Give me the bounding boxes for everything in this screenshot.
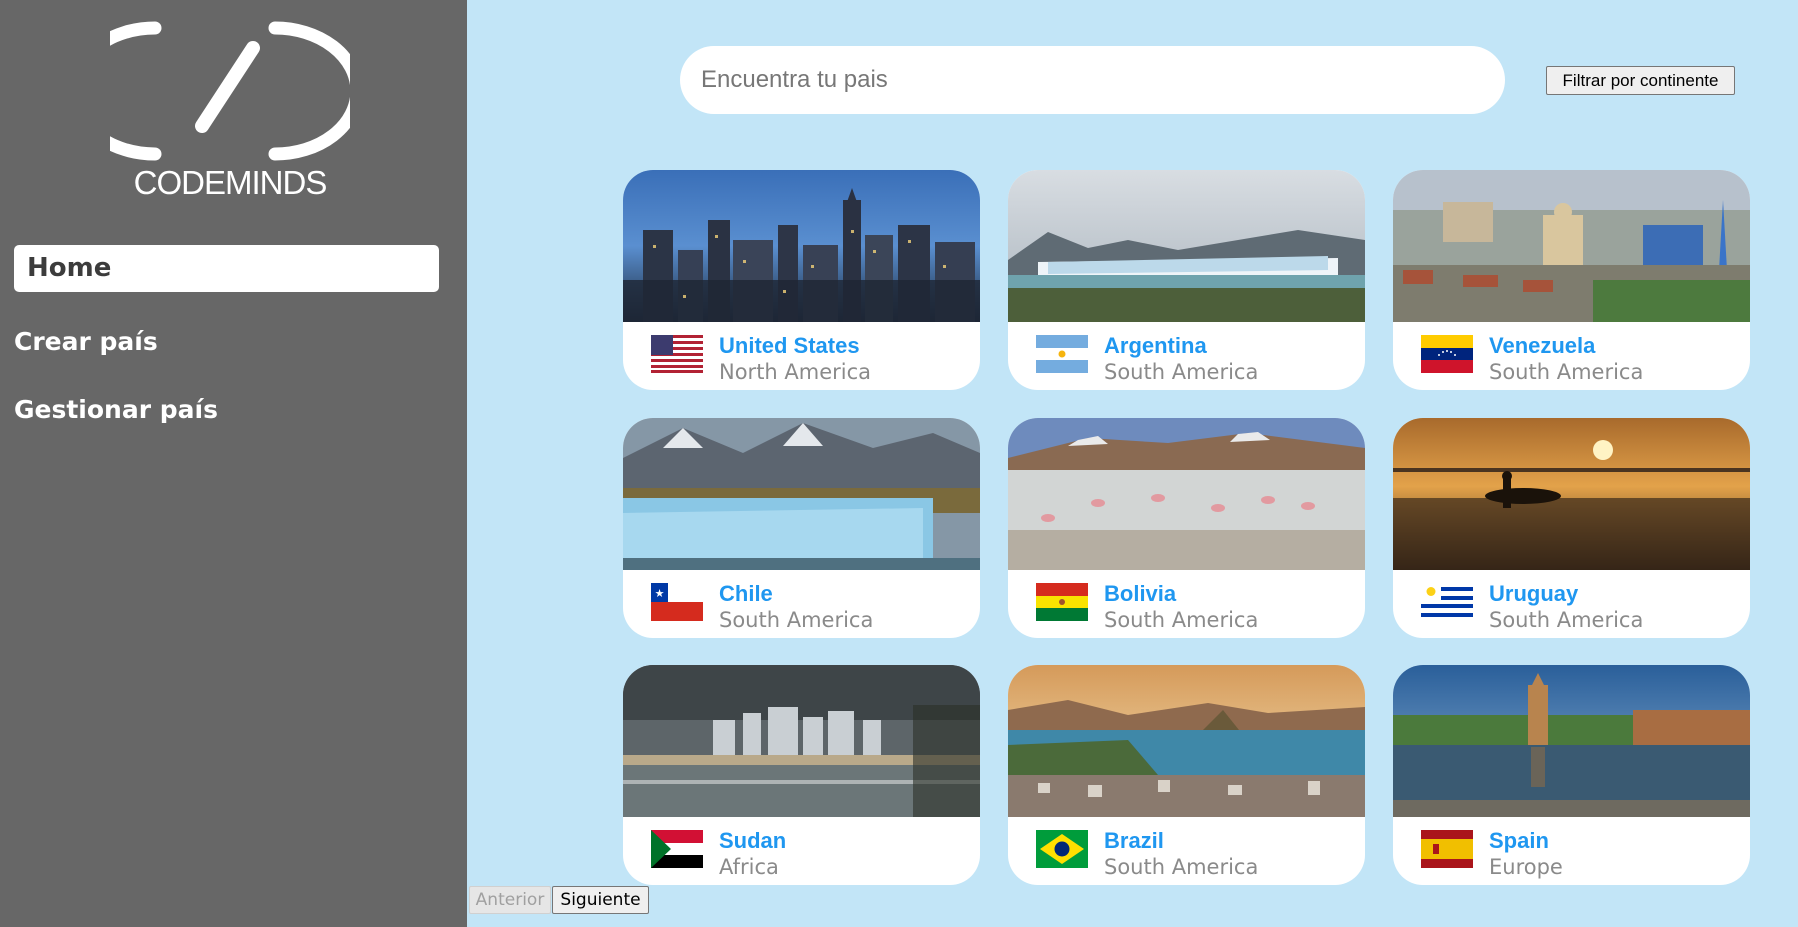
country-name: Chile — [719, 581, 773, 606]
flag-ve-icon — [1421, 335, 1473, 373]
country-name: Argentina — [1104, 333, 1207, 358]
coastal-city-storm-image — [623, 665, 980, 817]
country-continent: South America — [1489, 360, 1644, 384]
search-input[interactable] — [680, 46, 1505, 114]
flag-sd-icon — [651, 830, 703, 868]
brand-name: CODEMINDS — [133, 164, 328, 201]
filter-continent-button[interactable]: Filtrar por continente — [1546, 66, 1735, 95]
city-night-skyline-image — [623, 170, 980, 322]
glacier-mountains-image — [623, 418, 980, 570]
flag-br-icon — [1036, 830, 1088, 868]
country-continent: North America — [719, 360, 872, 384]
codeminds-logo: CODEMINDS — [66, 18, 364, 201]
flamingo-lagoon-image — [1008, 418, 1365, 570]
country-card-bolivia[interactable]: Bolivia South America — [1008, 418, 1365, 638]
country-continent: South America — [719, 608, 874, 632]
country-card-argentina[interactable]: Argentina South America — [1008, 170, 1365, 390]
brackets-slash-icon — [66, 21, 364, 161]
country-continent: Africa — [719, 855, 779, 879]
flag-cl-icon: ★ — [651, 583, 703, 621]
sidebar: CODEMINDS Home Crear país Gestionar país — [0, 0, 467, 927]
country-name: Sudan — [719, 828, 787, 853]
bay-sugarloaf-image — [1008, 665, 1365, 817]
country-card-united-states[interactable]: United States North America — [623, 170, 980, 390]
country-continent: South America — [1489, 608, 1644, 632]
flag-es-icon — [1421, 830, 1473, 868]
country-name: Spain — [1489, 828, 1549, 853]
country-name: Bolivia — [1104, 581, 1177, 606]
nav-manage-country[interactable]: Gestionar país — [14, 395, 218, 424]
prev-page-button[interactable]: Anterior — [469, 886, 551, 914]
nav-home[interactable]: Home — [14, 245, 439, 292]
flag-bo-icon — [1036, 583, 1088, 621]
glacier-lake-image — [1008, 170, 1365, 322]
nav-create-country[interactable]: Crear país — [14, 327, 158, 356]
country-card-venezuela[interactable]: Venezuela South America — [1393, 170, 1750, 390]
country-card-chile[interactable]: ★ Chile South America — [623, 418, 980, 638]
country-name: Brazil — [1104, 828, 1164, 853]
svg-text:★: ★ — [655, 587, 665, 600]
country-continent: South America — [1104, 360, 1259, 384]
country-name: Venezuela — [1489, 333, 1596, 358]
next-page-button[interactable]: Siguiente — [552, 886, 649, 914]
plaza-reflection-image — [1393, 665, 1750, 817]
flag-ar-icon — [1036, 335, 1088, 373]
country-name: United States — [719, 333, 860, 358]
flag-uy-icon — [1421, 583, 1473, 621]
country-card-brazil[interactable]: Brazil South America — [1008, 665, 1365, 885]
country-continent: South America — [1104, 855, 1259, 879]
country-card-uruguay[interactable]: Uruguay South America — [1393, 418, 1750, 638]
country-continent: South America — [1104, 608, 1259, 632]
town-cathedral-image — [1393, 170, 1750, 322]
sunset-surfer-image — [1393, 418, 1750, 570]
country-card-spain[interactable]: Spain Europe — [1393, 665, 1750, 885]
country-continent: Europe — [1489, 855, 1563, 879]
flag-us-icon — [651, 335, 703, 373]
country-card-sudan[interactable]: Sudan Africa — [623, 665, 980, 885]
country-name: Uruguay — [1489, 581, 1579, 606]
